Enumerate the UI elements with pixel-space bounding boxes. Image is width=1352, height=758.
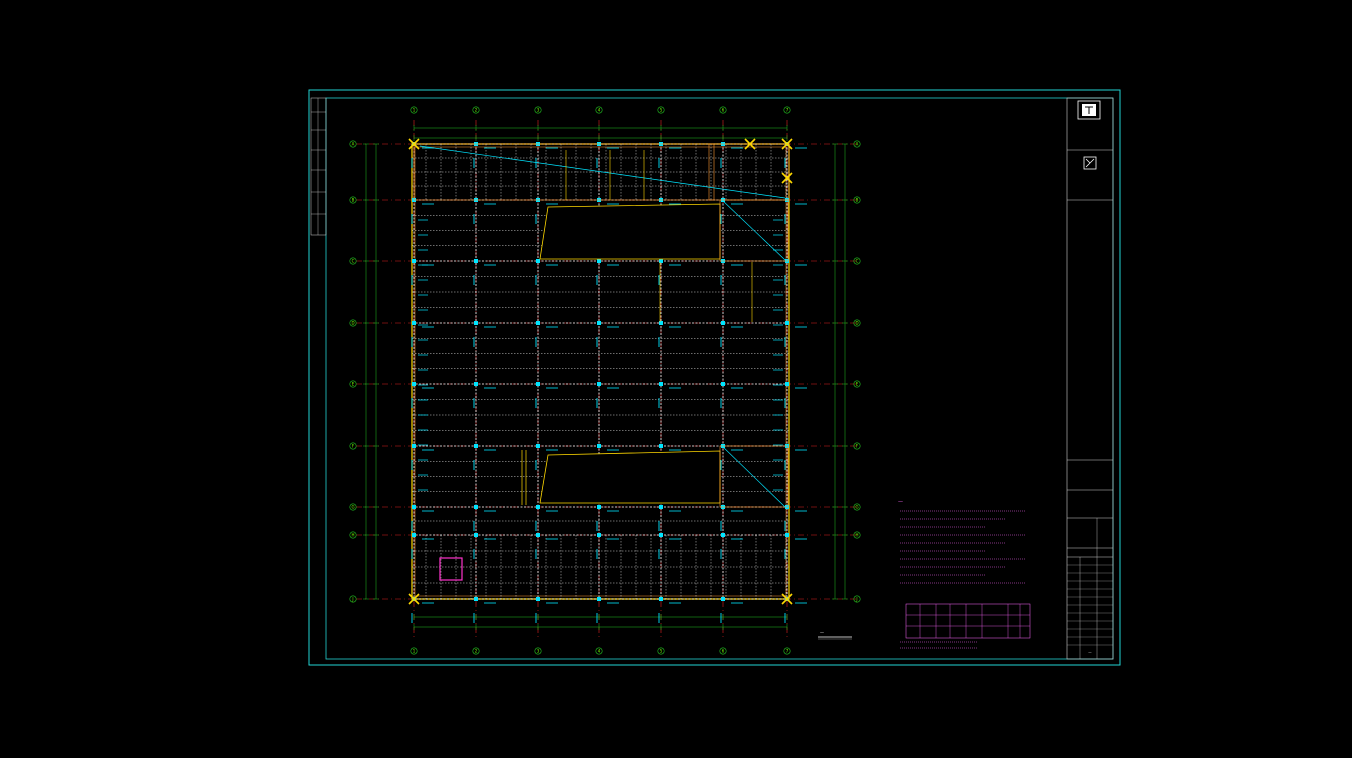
pit-outline	[439, 557, 463, 581]
axis-bubble-label: A	[352, 141, 355, 146]
column-mark	[474, 321, 478, 325]
notes-title: —	[898, 499, 903, 505]
column-mark	[597, 533, 601, 537]
cad-canvas[interactable]: — 1 1 2 2 3 3 4 4 5 5 6 6 7 7 A A B B C C D D E E F F G G H H J J — —	[0, 0, 1352, 758]
column-mark	[412, 444, 416, 448]
axis-bubble-label: 1	[413, 648, 416, 653]
axis-bubble-label: 5	[660, 107, 663, 112]
axis-bubble-label: J	[351, 596, 353, 601]
axis-bubble-label: A	[856, 141, 859, 146]
column-mark	[721, 597, 725, 601]
column-mark	[721, 321, 725, 325]
floor-opening	[539, 203, 721, 260]
svg-text:—: —	[820, 630, 824, 635]
column-mark	[536, 533, 540, 537]
column-mark	[536, 382, 540, 386]
column-mark	[659, 444, 663, 448]
column-mark	[412, 259, 416, 263]
column-mark	[536, 505, 540, 509]
axis-bubble-label: 7	[786, 648, 789, 653]
axis-bubble-label: F	[352, 443, 355, 448]
axis-bubble-label: G	[351, 504, 354, 509]
column-mark	[474, 382, 478, 386]
diagonal-line	[721, 199, 786, 261]
axis-bubble-label: 3	[537, 107, 540, 112]
column-mark	[597, 597, 601, 601]
axis-bubble-label: 2	[475, 107, 478, 112]
column-mark	[785, 382, 789, 386]
column-mark	[412, 505, 416, 509]
axis-bubble-label: E	[856, 381, 859, 386]
column-mark	[597, 382, 601, 386]
column-mark	[659, 259, 663, 263]
column-mark	[536, 597, 540, 601]
column-mark	[597, 444, 601, 448]
column-mark	[597, 505, 601, 509]
axis-bubble-label: D	[855, 320, 858, 325]
column-mark	[659, 505, 663, 509]
column-mark	[659, 533, 663, 537]
column-mark	[474, 505, 478, 509]
axis-bubble-label: C	[856, 258, 859, 263]
column-mark	[474, 533, 478, 537]
column-mark	[597, 321, 601, 325]
column-mark	[474, 259, 478, 263]
axis-bubble-label: 6	[722, 107, 725, 112]
column-mark	[412, 321, 416, 325]
column-mark	[659, 382, 663, 386]
axis-bubble-label: 1	[413, 107, 416, 112]
floor-opening	[539, 450, 721, 504]
axis-bubble-label: 2	[475, 648, 478, 653]
axis-bubble-label: 3	[537, 648, 540, 653]
plan-caption: —	[818, 630, 852, 640]
axis-bubble-label: C	[352, 258, 355, 263]
column-mark	[412, 382, 416, 386]
axis-bubble-label: 6	[722, 648, 725, 653]
column-mark	[659, 321, 663, 325]
column-mark	[785, 321, 789, 325]
column-mark	[785, 533, 789, 537]
column-mark	[659, 597, 663, 601]
approval-stamp	[1083, 156, 1097, 170]
column-mark	[412, 533, 416, 537]
axis-bubble-label: H	[855, 532, 858, 537]
structural-plan: 1 1 2 2 3 3 4 4 5 5 6 6 7 7 A A B B C C D D E E F F G G H H J J	[349, 106, 861, 655]
column-mark	[721, 533, 725, 537]
column-mark	[474, 597, 478, 601]
axis-bubble-label: 5	[660, 648, 663, 653]
sheet-outer-frame	[308, 89, 1121, 666]
axis-bubble-label: 4	[598, 648, 601, 653]
title-block: —	[1066, 97, 1114, 660]
column-mark	[536, 444, 540, 448]
axis-bubble-label: E	[352, 381, 355, 386]
drawing-number-label: —	[1088, 650, 1092, 654]
axis-bubble-label: J	[855, 596, 857, 601]
axis-bubble-label: H	[351, 532, 354, 537]
general-notes: —	[898, 499, 1031, 649]
column-mark	[474, 444, 478, 448]
axis-bubble-label: B	[352, 197, 355, 202]
column-mark	[721, 382, 725, 386]
axis-bubble-label: G	[855, 504, 858, 509]
column-mark	[536, 259, 540, 263]
axis-bubble-label: B	[856, 197, 859, 202]
revision-strip	[310, 97, 327, 236]
axis-bubble-label: F	[856, 443, 859, 448]
sheet-inner-frame	[325, 97, 1114, 660]
company-logo	[1077, 100, 1101, 120]
column-mark	[536, 321, 540, 325]
rebar-schedule-table	[905, 603, 1031, 639]
core-outline	[413, 143, 715, 201]
axis-bubble-label: 4	[598, 107, 601, 112]
axis-bubble-label: D	[351, 320, 354, 325]
axis-bubble-label: 7	[786, 107, 789, 112]
column-mark	[597, 259, 601, 263]
